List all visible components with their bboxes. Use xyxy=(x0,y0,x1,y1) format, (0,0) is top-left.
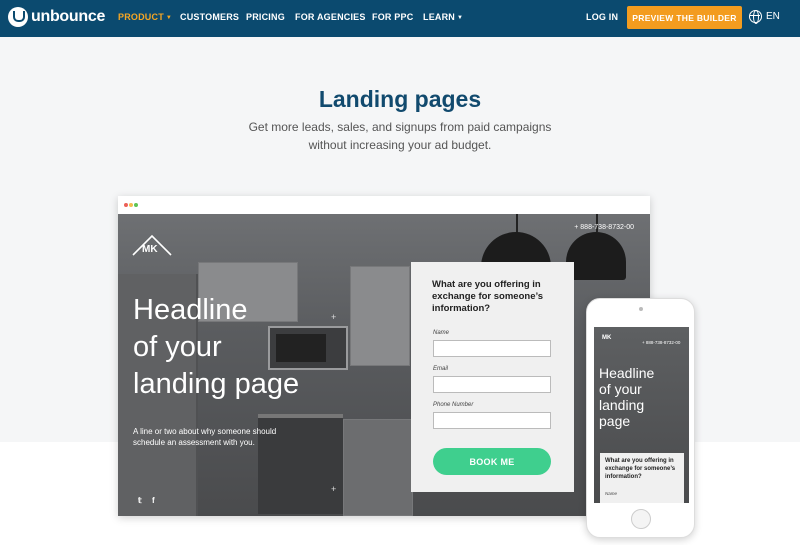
name-field[interactable] xyxy=(433,340,551,357)
top-navigation: unbounce PRODUCT ▼ CUSTOMERS PRICING FOR … xyxy=(0,0,800,37)
plus-icon: + xyxy=(331,484,337,494)
book-me-button[interactable]: BOOK ME xyxy=(433,448,551,475)
preview-builder-button[interactable]: PREVIEW THE BUILDER xyxy=(627,6,742,29)
unbounce-logo[interactable]: unbounce xyxy=(8,7,105,27)
close-dot-icon xyxy=(124,203,128,207)
mobile-landing-page: MK + 888-738-8732-00 Headline of your la… xyxy=(594,327,689,503)
form-question: What are you offering in exchange for so… xyxy=(432,279,544,314)
page-title: Landing pages xyxy=(318,86,482,112)
phone-camera-icon xyxy=(639,307,643,311)
lead-form: What are you offering in exchange for so… xyxy=(411,262,574,492)
nav-item-for-agencies[interactable]: FOR AGENCIES xyxy=(295,12,366,22)
mobile-preview: MK + 888-738-8732-00 Headline of your la… xyxy=(586,298,695,538)
lp-description: A line or two about why someone should s… xyxy=(133,427,277,447)
twitter-icon[interactable]: 𝕥 xyxy=(138,496,142,505)
lp-headline: Headline of your landing page xyxy=(133,294,300,400)
plus-icon: + xyxy=(331,312,337,322)
unbounce-logo-icon xyxy=(8,7,28,27)
nav-item-pricing[interactable]: PRICING xyxy=(246,12,285,22)
kitchen-cabinet-image xyxy=(343,419,413,516)
brand-mark: MK xyxy=(602,335,612,341)
pendant-lamp-image xyxy=(566,232,626,280)
phone-field[interactable] xyxy=(433,412,551,429)
name-label: Name xyxy=(433,330,450,336)
logo-text: unbounce xyxy=(31,8,106,25)
minimize-dot-icon xyxy=(129,203,133,207)
phone-label: Phone Number xyxy=(433,402,474,408)
mobile-name-label: Name xyxy=(605,491,618,496)
header-phone-number: + 888-738-8732-00 xyxy=(574,224,634,231)
email-field[interactable] xyxy=(433,376,551,393)
chevron-down-icon: ▼ xyxy=(165,15,173,21)
email-label: Email xyxy=(433,366,449,372)
lamp-cord xyxy=(516,214,518,234)
maximize-dot-icon xyxy=(134,203,138,207)
nav-item-for-ppc[interactable]: FOR PPC xyxy=(372,12,413,22)
page-subtitle: Get more leads, sales, and signups from … xyxy=(248,120,552,152)
phone-home-button-icon xyxy=(631,509,651,529)
brand-mark: MK xyxy=(142,244,158,255)
mobile-form-question: What are you offering in exchange for so… xyxy=(605,458,676,480)
browser-bar xyxy=(118,196,650,214)
facebook-icon[interactable]: f xyxy=(152,496,155,505)
globe-icon xyxy=(749,10,762,24)
nav-item-product[interactable]: PRODUCT ▼ xyxy=(118,12,172,22)
landing-page-hero: MK + 888-738-8732-00 Headline of your la… xyxy=(118,214,650,516)
nav-item-customers[interactable]: CUSTOMERS xyxy=(180,12,239,22)
mobile-lead-form: What are you offering in exchange for so… xyxy=(600,453,684,503)
nav-item-learn[interactable]: LEARN ▼ xyxy=(423,12,463,22)
header-phone-number: + 888-738-8732-00 xyxy=(642,340,681,345)
login-link[interactable]: LOG IN xyxy=(586,12,618,22)
chevron-down-icon: ▼ xyxy=(457,15,464,21)
language-label: EN xyxy=(766,11,780,22)
desktop-preview: MK + 888-738-8732-00 Headline of your la… xyxy=(118,196,650,516)
mobile-headline: Headline of your landing page xyxy=(599,365,655,429)
language-selector[interactable]: EN xyxy=(749,10,780,24)
